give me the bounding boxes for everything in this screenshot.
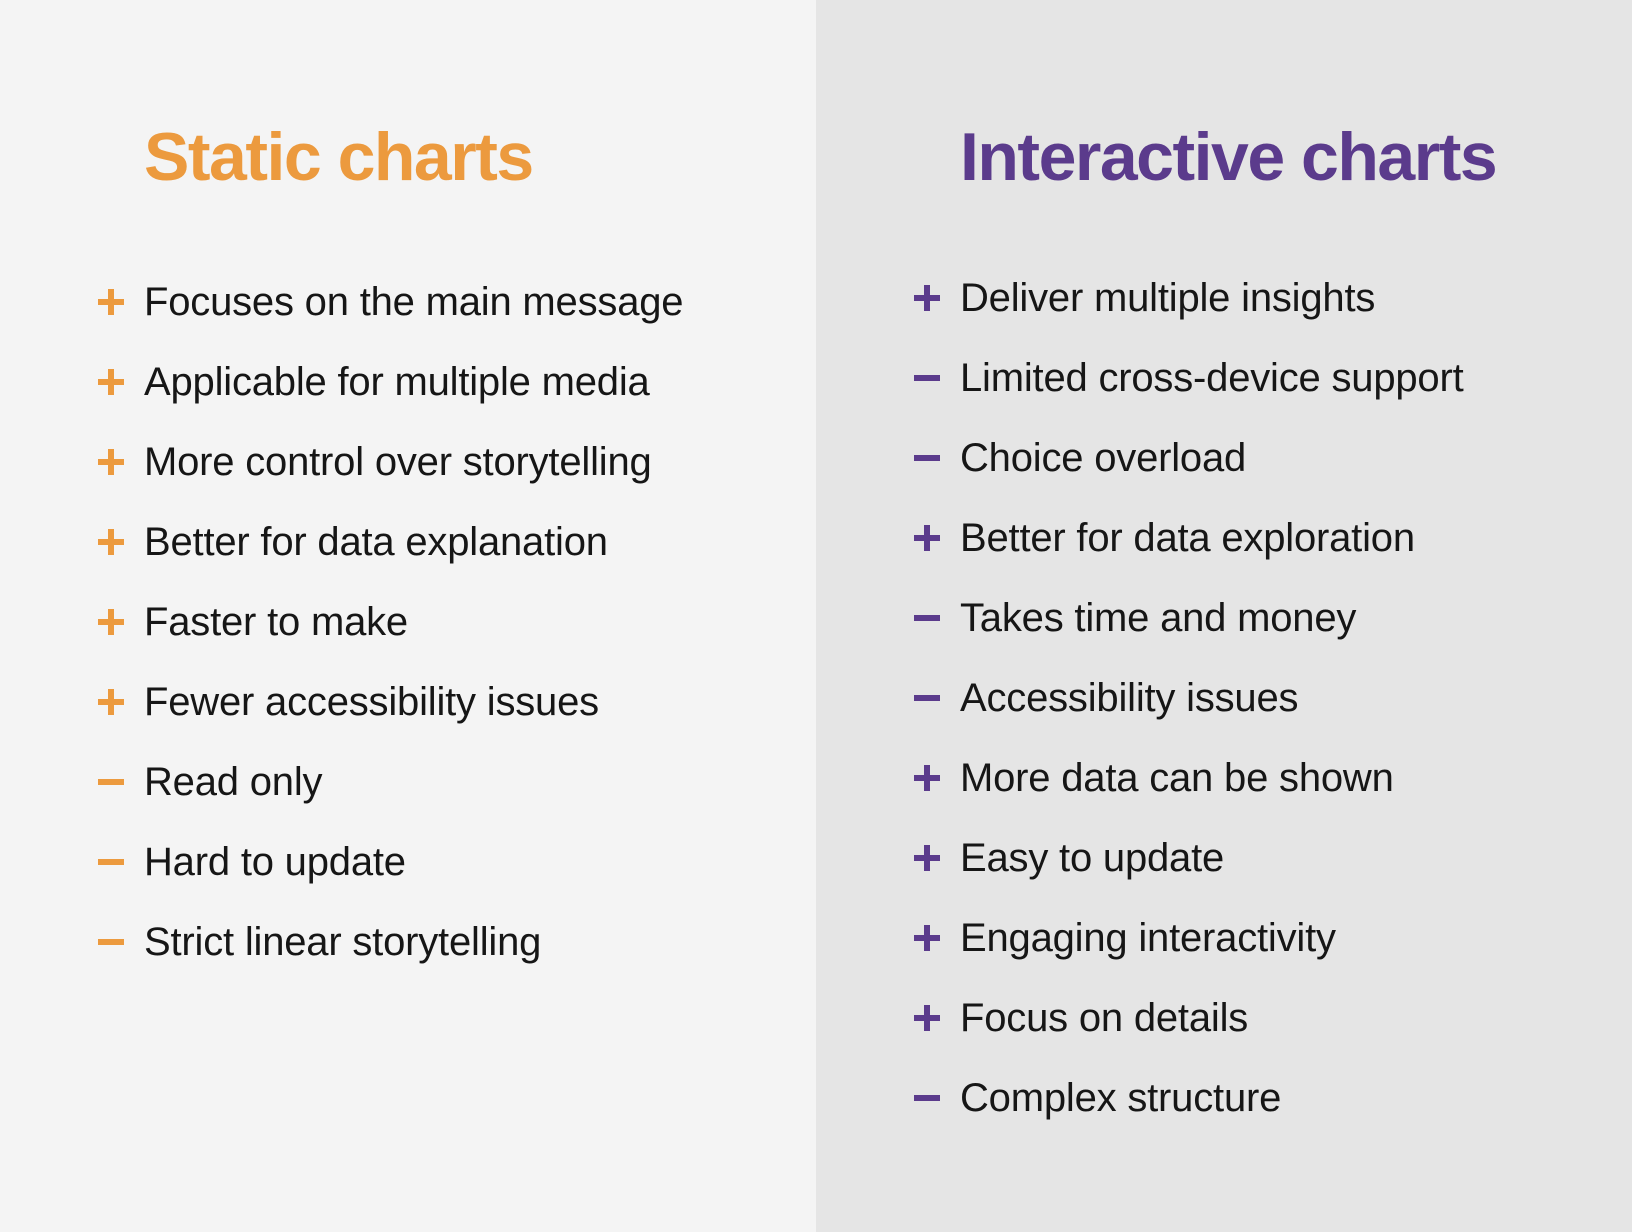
static-charts-list: Focuses on the main message Applicable fo… [98, 262, 684, 982]
plus-icon [914, 525, 940, 551]
minus-icon [98, 769, 124, 795]
plus-icon [914, 1005, 940, 1031]
list-item-text: Engaging interactivity [960, 915, 1336, 960]
list-item: Applicable for multiple media [98, 342, 683, 422]
static-charts-panel: Static charts Focuses on the main messag… [0, 0, 816, 1232]
list-item: Choice overload [914, 418, 1464, 498]
list-item: Limited cross-device support [914, 338, 1464, 418]
interactive-charts-list: Deliver multiple insights Limited cross-d… [914, 258, 1464, 1138]
minus-icon [914, 445, 940, 471]
list-item-text: Easy to update [960, 835, 1225, 880]
list-item-text: More control over storytelling [144, 439, 652, 484]
list-item-text: Deliver multiple insights [960, 275, 1376, 320]
minus-icon [98, 929, 124, 955]
minus-icon [914, 365, 940, 391]
list-item: Better for data explanation [98, 502, 683, 582]
list-item-text: Takes time and money [960, 595, 1357, 640]
interactive-charts-title: Interactive charts [960, 119, 1498, 195]
plus-icon [914, 765, 940, 791]
list-item-text: Accessibility issues [960, 675, 1299, 720]
list-item: Accessibility issues [914, 658, 1464, 738]
list-item: Focus on details [914, 978, 1464, 1058]
list-item: Easy to update [914, 818, 1464, 898]
static-charts-title: Static charts [144, 119, 534, 195]
list-item: Faster to make [98, 582, 683, 662]
plus-icon [98, 609, 124, 635]
list-item-text: More data can be shown [960, 755, 1394, 800]
list-item-text: Choice overload [960, 435, 1247, 480]
list-item-text: Complex structure [960, 1075, 1282, 1120]
minus-icon [98, 849, 124, 875]
list-item-text: Applicable for multiple media [144, 359, 650, 404]
list-item-text: Better for data explanation [144, 519, 608, 564]
list-item-text: Strict linear storytelling [144, 919, 542, 964]
plus-icon [98, 529, 124, 555]
plus-icon [98, 289, 124, 315]
list-item: Deliver multiple insights [914, 258, 1464, 338]
interactive-charts-panel: Interactive charts Deliver multiple insi… [816, 0, 1632, 1232]
list-item: Complex structure [914, 1058, 1464, 1138]
list-item: Takes time and money [914, 578, 1464, 658]
list-item: More data can be shown [914, 738, 1464, 818]
list-item: Better for data exploration [914, 498, 1464, 578]
list-item: Read only [98, 742, 683, 822]
list-item-text: Faster to make [144, 599, 408, 644]
comparison-layout: Static charts Focuses on the main messag… [0, 0, 1632, 1232]
list-item-text: Read only [144, 759, 323, 804]
list-item: Focuses on the main message [98, 262, 684, 342]
list-item-text: Focus on details [960, 995, 1249, 1040]
plus-icon [98, 689, 124, 715]
list-item-text: Hard to update [144, 839, 406, 884]
list-item-text: Fewer accessibility issues [144, 679, 599, 724]
plus-icon [98, 449, 124, 475]
plus-icon [914, 845, 940, 871]
minus-icon [914, 605, 940, 631]
plus-icon [914, 925, 940, 951]
list-item-text: Limited cross-device support [960, 355, 1464, 400]
minus-icon [914, 685, 940, 711]
plus-icon [98, 369, 124, 395]
list-item: More control over storytelling [98, 422, 683, 502]
plus-icon [914, 285, 940, 311]
list-item: Engaging interactivity [914, 898, 1464, 978]
list-item: Strict linear storytelling [98, 902, 683, 982]
minus-icon [914, 1085, 940, 1111]
list-item: Fewer accessibility issues [98, 662, 683, 742]
list-item: Hard to update [98, 822, 683, 902]
list-item-text: Focuses on the main message [144, 279, 684, 324]
list-item-text: Better for data exploration [960, 515, 1415, 560]
